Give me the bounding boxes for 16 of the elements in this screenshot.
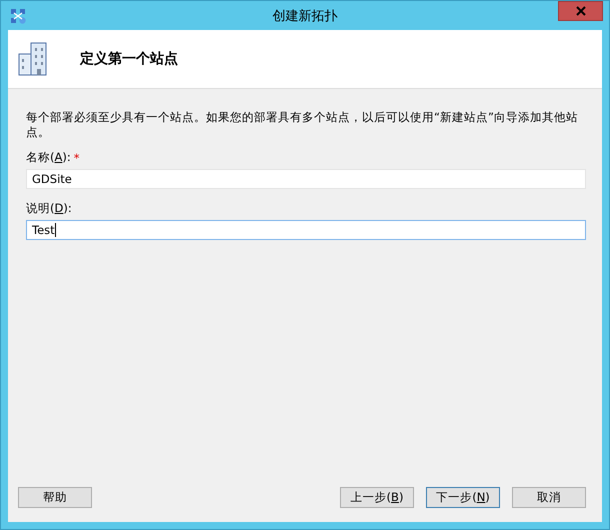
building-icon	[18, 42, 48, 76]
input-field[interactable]: Test	[26, 220, 586, 240]
field-label: 说明(D):	[26, 201, 72, 216]
required-mark: *	[74, 150, 80, 164]
description-text: 每个部署必须至少具有一个站点。如果您的部署具有多个站点，以后可以使用“新建站点”向导添加其他站点。	[26, 110, 579, 140]
help-button[interactable]: 帮助	[18, 487, 92, 508]
window-title: 创建新拓扑	[272, 8, 338, 24]
wizard-button[interactable]: 上一步(B)	[340, 487, 414, 508]
page-title: 定义第一个站点	[80, 50, 178, 68]
topology-icon	[10, 8, 26, 24]
wizard-button[interactable]: 取消	[512, 487, 586, 508]
field-label: 名称(A):	[26, 150, 71, 165]
wizard-button[interactable]: 下一步(N)	[426, 487, 500, 508]
close-button[interactable]	[558, 1, 603, 21]
close-icon	[576, 6, 586, 16]
input-field[interactable]: GDSite	[26, 169, 586, 189]
